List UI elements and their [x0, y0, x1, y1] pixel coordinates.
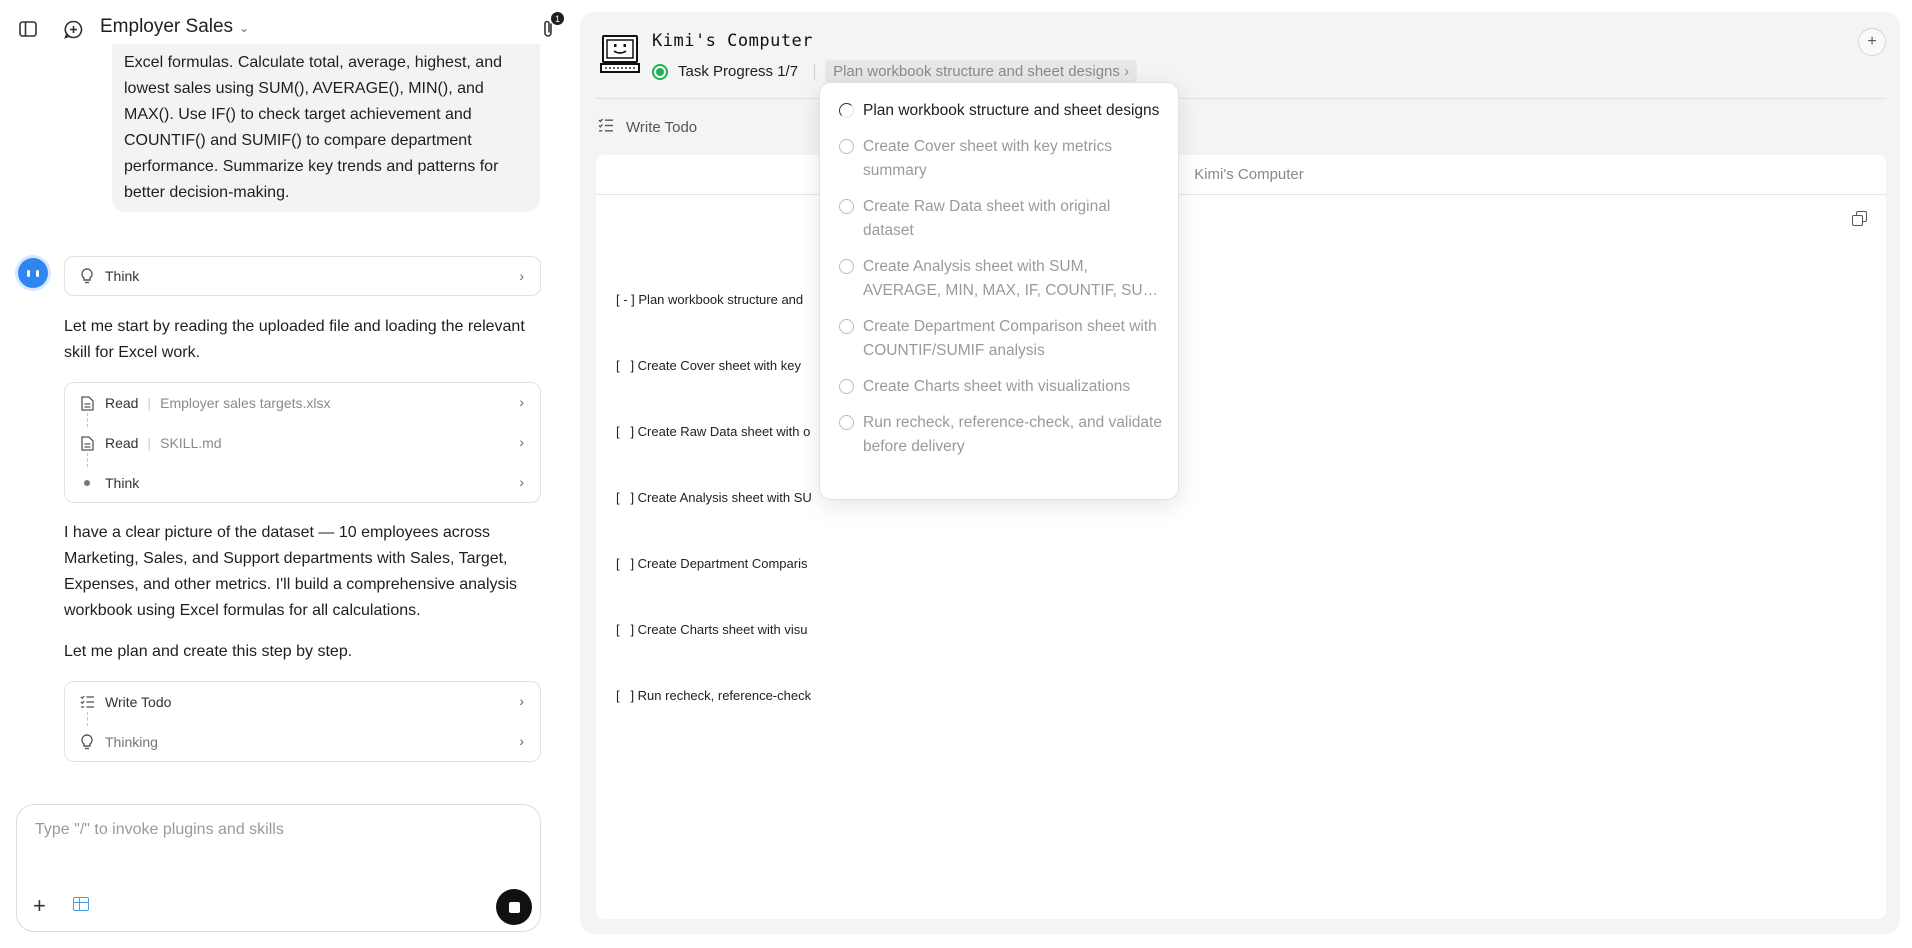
task-step-2[interactable]: Create Cover sheet with key metrics summ… — [820, 135, 1178, 183]
tool-group-2: Write Todo › Thinking › — [64, 681, 541, 762]
todo-line: [ ] Create Cover sheet with key — [616, 358, 801, 373]
task-step-4[interactable]: Create Analysis sheet with SUM, AVERAGE,… — [820, 255, 1178, 303]
tool-name: Thinking — [105, 734, 158, 750]
chevron-right-icon: › — [519, 733, 524, 749]
tool-row-write-todo[interactable]: Write Todo › — [65, 682, 540, 722]
tool-name: Think — [105, 475, 140, 491]
todo-line: [ ] Create Department Comparis — [616, 556, 808, 571]
tool-row-read-xlsx[interactable]: Read | Employer sales targets.xlsx › — [65, 383, 540, 423]
sidebar-toggle-icon[interactable] — [13, 14, 43, 44]
current-step-dropdown[interactable]: Plan workbook structure and sheet design… — [825, 60, 1138, 83]
document-viewer: Kimi's Computer [ - ] Plan workbook stru… — [596, 155, 1886, 919]
user-message: Excel formulas. Calculate total, average… — [112, 44, 540, 212]
chat-panel: Employer Sales ⌄ 1 Excel formulas. Calcul… — [0, 0, 564, 948]
chevron-right-icon: › — [1124, 63, 1130, 80]
chat-title[interactable]: Employer Sales ⌄ — [100, 16, 249, 38]
todo-content: [ - ] Plan workbook structure and [ ] Cr… — [616, 245, 812, 751]
circle-icon — [839, 139, 854, 154]
task-step-7[interactable]: Run recheck, reference-check, and valida… — [820, 411, 1178, 459]
document-icon — [79, 395, 95, 411]
computer-icon — [600, 34, 640, 74]
todo-line: [ - ] Plan workbook structure and — [616, 292, 804, 307]
tool-row-think[interactable]: Think › — [65, 463, 540, 503]
todo-line: [ ] Run recheck, reference-check — [616, 688, 812, 703]
task-step-label-line2: AVERAGE, MIN, MAX, IF, COUNTIF, SUMI... — [863, 282, 1164, 299]
tool-row-think[interactable]: Think › — [65, 257, 540, 295]
chevron-right-icon: › — [519, 693, 524, 709]
tool-indicator: Write Todo — [598, 118, 697, 137]
tool-name: Read — [105, 395, 139, 411]
stop-button[interactable] — [496, 889, 532, 925]
task-step-3[interactable]: Create Raw Data sheet with original data… — [820, 195, 1178, 243]
computer-title: Kimi's Computer — [652, 31, 814, 51]
tool-name: Write Todo — [105, 694, 172, 710]
chat-title-text: Employer Sales — [100, 16, 234, 37]
circle-icon — [839, 319, 854, 334]
chevron-right-icon: › — [519, 268, 524, 284]
assistant-message-2: I have a clear picture of the dataset — … — [64, 524, 518, 619]
todo-line: [ ] Create Charts sheet with visu — [616, 622, 808, 637]
assistant-avatar — [18, 258, 48, 288]
task-progress-label: Task Progress 1/7 — [678, 63, 799, 80]
task-step-label-line1: Create Analysis sheet with SUM, — [863, 258, 1088, 275]
plus-icon[interactable]: + — [33, 893, 46, 919]
status-dot-icon — [652, 63, 668, 80]
circle-icon — [839, 199, 854, 214]
tool-row-thinking[interactable]: Thinking › — [65, 722, 540, 762]
task-step-1[interactable]: Plan workbook structure and sheet design… — [820, 99, 1178, 123]
tool-name: Think — [105, 268, 140, 284]
tool-row-read-skill[interactable]: Read | SKILL.md › — [65, 423, 540, 463]
lightbulb-icon — [79, 734, 95, 750]
task-step-label: Create Cover sheet with key metrics summ… — [863, 138, 1112, 179]
circle-icon — [839, 259, 854, 274]
current-step-label: Plan workbook structure and sheet design… — [833, 63, 1120, 80]
task-step-label: Create Raw Data sheet with original data… — [863, 198, 1111, 239]
task-step-6[interactable]: Create Charts sheet with visualizations — [820, 375, 1178, 399]
think-card[interactable]: Think › — [64, 256, 541, 296]
task-step-label: Plan workbook structure and sheet design… — [863, 102, 1160, 119]
lightbulb-icon — [79, 268, 95, 284]
todo-line: [ ] Create Raw Data sheet with o — [616, 424, 811, 439]
attachment-count-badge: 1 — [551, 12, 564, 25]
plus-circle-icon[interactable]: + — [1858, 28, 1886, 56]
chevron-right-icon: › — [519, 394, 524, 410]
chevron-right-icon: › — [519, 474, 524, 490]
tool-arg: Employer sales targets.xlsx — [160, 395, 331, 411]
stop-icon — [508, 901, 520, 913]
tool-arg: SKILL.md — [160, 435, 222, 451]
document-icon — [79, 435, 95, 451]
table-icon[interactable] — [73, 897, 89, 911]
circle-icon — [839, 379, 854, 394]
chevron-right-icon: › — [519, 434, 524, 450]
checklist-icon — [79, 694, 95, 710]
assistant-message-1: Let me start by reading the uploaded fil… — [64, 318, 525, 361]
composer-input[interactable]: Type "/" to invoke plugins and skills — [35, 821, 284, 839]
task-progress: Task Progress 1/7 Plan workbook structur… — [652, 60, 1138, 83]
chevron-down-icon: ⌄ — [239, 21, 250, 35]
assistant-message-3: Let me plan and create this step by step… — [64, 643, 353, 660]
bullet-dot-icon — [79, 475, 95, 491]
new-chat-icon[interactable] — [58, 14, 88, 44]
copy-icon[interactable] — [1852, 211, 1868, 227]
computer-panel: Kimi's Computer Task Progress 1/7 Plan w… — [580, 12, 1900, 934]
loading-spinner-icon — [839, 103, 854, 118]
todo-line: [ ] Create Analysis sheet with SU — [616, 490, 812, 505]
document-header: Kimi's Computer — [596, 155, 1886, 195]
composer: Type "/" to invoke plugins and skills + — [16, 804, 541, 932]
task-step-label: Create Charts sheet with visualizations — [863, 378, 1131, 395]
checklist-icon — [598, 118, 614, 137]
circle-icon — [839, 415, 854, 430]
tool-indicator-label: Write Todo — [626, 119, 698, 136]
tool-group-1: Read | Employer sales targets.xlsx › Rea… — [64, 382, 541, 503]
task-step-5[interactable]: Create Department Comparison sheet with … — [820, 315, 1178, 363]
tool-name: Read — [105, 435, 139, 451]
document-title: Kimi's Computer — [1194, 166, 1304, 183]
task-step-label: Create Department Comparison sheet with … — [863, 318, 1157, 359]
task-step-label: Run recheck, reference-check, and valida… — [863, 414, 1162, 455]
task-steps-dropdown: Plan workbook structure and sheet design… — [819, 82, 1179, 500]
